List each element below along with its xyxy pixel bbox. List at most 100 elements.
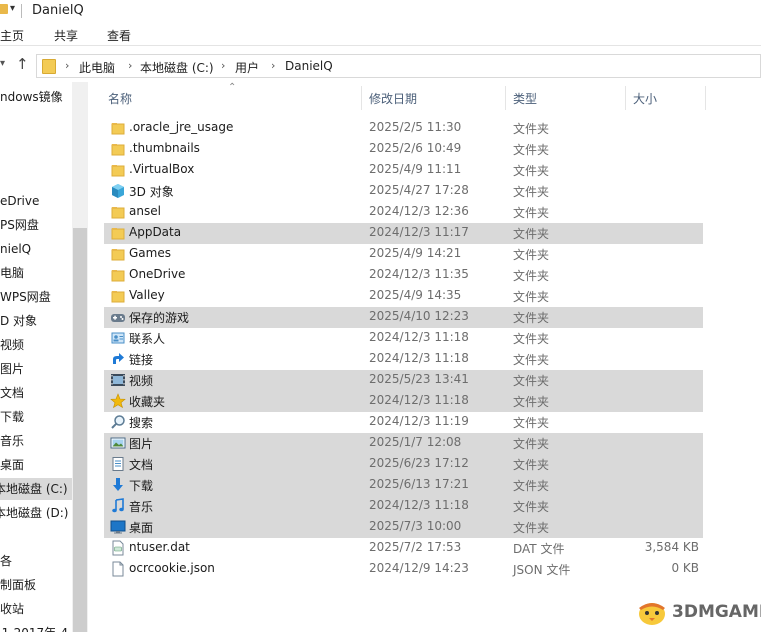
file-row[interactable]: .VirtualBox 2025/4/9 11:11 文件夹 [104, 160, 703, 181]
file-modified-date: 2024/12/3 11:19 [369, 414, 469, 428]
file-row[interactable]: 链接 2024/12/3 11:18 文件夹 [104, 349, 703, 370]
contacts-icon [110, 330, 126, 346]
nav-item[interactable]: 收站 [0, 598, 72, 620]
nav-item[interactable]: eDrive [0, 190, 72, 212]
nav-item-label: 制面板 [0, 578, 37, 592]
nav-item[interactable]: 11-2017年-4 [0, 622, 72, 632]
file-size: 3,584 KB [644, 540, 699, 554]
file-row[interactable]: OneDrive 2024/12/3 11:35 文件夹 [104, 265, 703, 286]
column-header-date[interactable]: 修改日期 [369, 90, 417, 107]
file-modified-date: 2024/12/3 11:35 [369, 267, 469, 281]
file-row[interactable]: 桌面 2025/7/3 10:00 文件夹 [104, 517, 703, 538]
file-name: 收藏夹 [129, 395, 166, 409]
nav-item[interactable]: nielQ [0, 238, 72, 260]
file-row[interactable]: 搜索 2024/12/3 11:19 文件夹 [104, 412, 703, 433]
recent-locations-dropdown[interactable]: ▾ [0, 58, 5, 69]
nav-item[interactable]: 下载 [0, 406, 72, 428]
dat-file-icon [110, 540, 126, 556]
file-row[interactable]: Valley 2025/4/9 14:35 文件夹 [104, 286, 703, 307]
file-row[interactable]: 图片 2025/1/7 12:08 文件夹 [104, 433, 703, 454]
pictures-icon [110, 435, 126, 451]
file-type: 文件夹 [513, 332, 550, 346]
file-size: 0 KB [671, 561, 699, 575]
nav-item[interactable]: D 对象 [0, 310, 72, 332]
nav-scrollbar-thumb[interactable] [73, 228, 87, 632]
folder-icon [110, 246, 126, 262]
breadcrumb-local-disk-c[interactable]: 本地磁盘 (C:) [140, 59, 214, 76]
file-name: 视频 [129, 374, 154, 388]
column-header-name[interactable]: 名称 [108, 90, 132, 107]
nav-item-label: 本地磁盘 (C:) [0, 482, 68, 496]
tab-home[interactable]: 主页 [0, 27, 24, 44]
tab-share[interactable]: 共享 [54, 27, 78, 44]
file-row[interactable]: .oracle_jre_usage 2025/2/5 11:30 文件夹 [104, 118, 703, 139]
column-header-size[interactable]: 大小 [633, 90, 657, 107]
file-type: 文件夹 [513, 227, 550, 241]
file-row[interactable]: 收藏夹 2024/12/3 11:18 文件夹 [104, 391, 703, 412]
file-name: 搜索 [129, 416, 154, 430]
breadcrumb-this-pc[interactable]: 此电脑 [79, 59, 115, 76]
file-row[interactable]: ntuser.dat 2025/7/2 17:53 DAT 文件 3,584 KB [104, 538, 703, 559]
file-row[interactable]: Games 2025/4/9 14:21 文件夹 [104, 244, 703, 265]
column-divider[interactable] [625, 86, 626, 110]
file-modified-date: 2024/12/3 11:17 [369, 225, 469, 239]
file-row[interactable]: ansel 2024/12/3 12:36 文件夹 [104, 202, 703, 223]
file-row[interactable]: AppData 2024/12/3 11:17 文件夹 [104, 223, 703, 244]
column-divider[interactable] [361, 86, 362, 110]
breadcrumb-users[interactable]: 用户 [235, 59, 259, 76]
file-type: 文件夹 [513, 290, 550, 304]
file-row[interactable]: 视频 2025/5/23 13:41 文件夹 [104, 370, 703, 391]
saved-games-icon [110, 309, 126, 325]
nav-item[interactable]: ndows镜像 [0, 86, 72, 108]
address-bar[interactable]: › 此电脑 › 本地磁盘 (C:) › 用户 › DanielQ [36, 54, 761, 78]
file-row[interactable]: 保存的游戏 2025/4/10 12:23 文件夹 [104, 307, 703, 328]
nav-item[interactable]: 音乐 [0, 430, 72, 452]
file-modified-date: 2025/2/5 11:30 [369, 120, 462, 134]
file-row[interactable]: 下载 2025/6/13 17:21 文件夹 [104, 475, 703, 496]
file-row[interactable]: 联系人 2024/12/3 11:18 文件夹 [104, 328, 703, 349]
column-header-type[interactable]: 类型 [513, 90, 537, 107]
nav-item[interactable]: 图片 [0, 358, 72, 380]
nav-item[interactable]: 桌面 [0, 454, 72, 476]
nav-item-label: 视频 [0, 338, 25, 352]
nav-item[interactable]: 本地磁盘 (D:) [0, 502, 72, 524]
address-row: ▾ ↑ › 此电脑 › 本地磁盘 (C:) › 用户 › DanielQ [0, 50, 761, 82]
file-row[interactable]: 文档 2025/6/23 17:12 文件夹 [104, 454, 703, 475]
file-row[interactable]: 3D 对象 2025/4/27 17:28 文件夹 [104, 181, 703, 202]
file-name: .VirtualBox [129, 162, 195, 176]
quick-access-dropdown[interactable]: ▾ [10, 3, 15, 14]
chevron-right-icon[interactable]: › [128, 59, 132, 72]
nav-item[interactable]: WPS网盘 [0, 286, 72, 308]
tab-view[interactable]: 查看 [107, 27, 131, 44]
up-arrow-icon[interactable]: ↑ [16, 55, 29, 73]
nav-item[interactable]: 电脑 [0, 262, 72, 284]
file-type: 文件夹 [513, 122, 550, 136]
file-modified-date: 2024/12/3 11:18 [369, 330, 469, 344]
file-type: 文件夹 [513, 269, 550, 283]
folder-icon [42, 59, 56, 74]
window-title: DanielQ [32, 3, 84, 18]
nav-item[interactable]: 制面板 [0, 574, 72, 596]
nav-item-label: 音乐 [0, 434, 25, 448]
chevron-right-icon[interactable]: › [221, 59, 225, 72]
title-separator [21, 4, 22, 18]
title-bar: ▾ DanielQ [0, 0, 761, 24]
watermark-text: 3DMGAME [672, 602, 761, 622]
desktop-icon [110, 519, 126, 535]
nav-item[interactable]: 本地磁盘 (C:) [0, 478, 72, 500]
nav-item[interactable]: 文档 [0, 382, 72, 404]
file-row[interactable]: .thumbnails 2025/2/6 10:49 文件夹 [104, 139, 703, 160]
chevron-right-icon[interactable]: › [271, 59, 275, 72]
file-modified-date: 2025/2/6 10:49 [369, 141, 462, 155]
nav-item[interactable]: 视频 [0, 334, 72, 356]
navigation-pane: ndows镜像 eDrive PS网盘 nielQ 电脑 WPS网盘 D 对象视频图片 文档下… [0, 82, 72, 632]
chevron-right-icon[interactable]: › [65, 59, 69, 72]
nav-item[interactable]: PS网盘 [0, 214, 72, 236]
nav-item[interactable]: 各 [0, 550, 72, 572]
file-row[interactable]: 音乐 2024/12/3 11:18 文件夹 [104, 496, 703, 517]
column-divider[interactable] [705, 86, 706, 110]
file-row[interactable]: ocrcookie.json 2024/12/9 14:23 JSON 文件 0 KB [104, 559, 703, 580]
file-name: 下载 [129, 479, 154, 493]
breadcrumb-danielq[interactable]: DanielQ [285, 59, 333, 73]
column-divider[interactable] [505, 86, 506, 110]
